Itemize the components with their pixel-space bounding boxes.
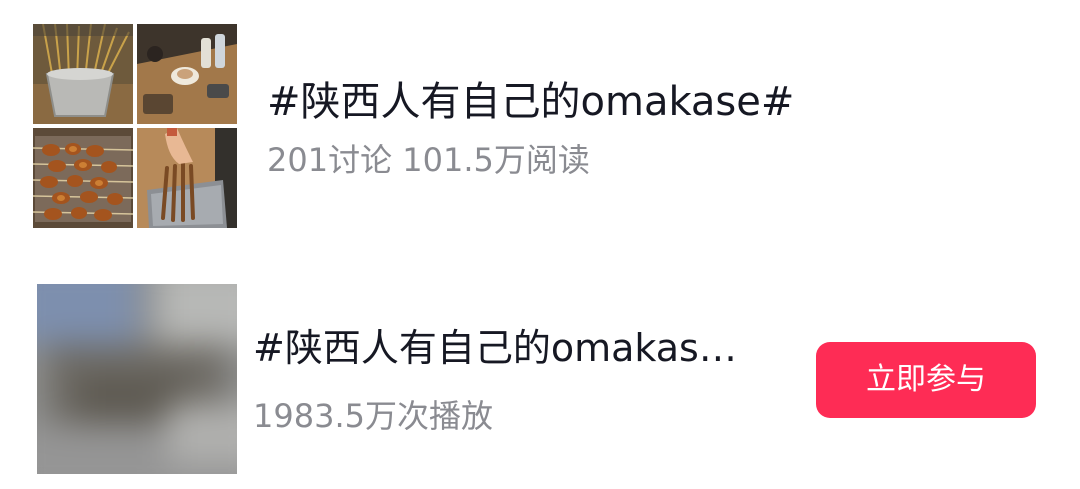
thumbnail-blur-layer — [37, 284, 237, 474]
grilled-skewers-photo — [33, 128, 133, 228]
topic-cover-collage[interactable] — [33, 24, 237, 228]
skewer-bundle-photo — [33, 24, 133, 124]
video-title[interactable]: #陕西人有自己的omakas… — [253, 320, 763, 376]
topic-card[interactable]: #陕西人有自己的omakase# 201讨论 101.5万阅读 — [0, 0, 1080, 250]
dining-table-photo — [137, 24, 237, 124]
video-play-count: 1983.5万次播放 — [253, 397, 493, 435]
blurred-video-thumbnail[interactable] — [37, 284, 237, 474]
video-card[interactable]: #陕西人有自己的omakas… 1983.5万次播放 立即参与 — [0, 270, 1080, 489]
topic-stats: 201讨论 101.5万阅读 — [267, 141, 590, 179]
topic-title[interactable]: #陕西人有自己的omakase# — [267, 72, 794, 132]
join-now-button[interactable]: 立即参与 — [816, 342, 1036, 418]
hand-holding-skewers-photo — [137, 128, 237, 228]
